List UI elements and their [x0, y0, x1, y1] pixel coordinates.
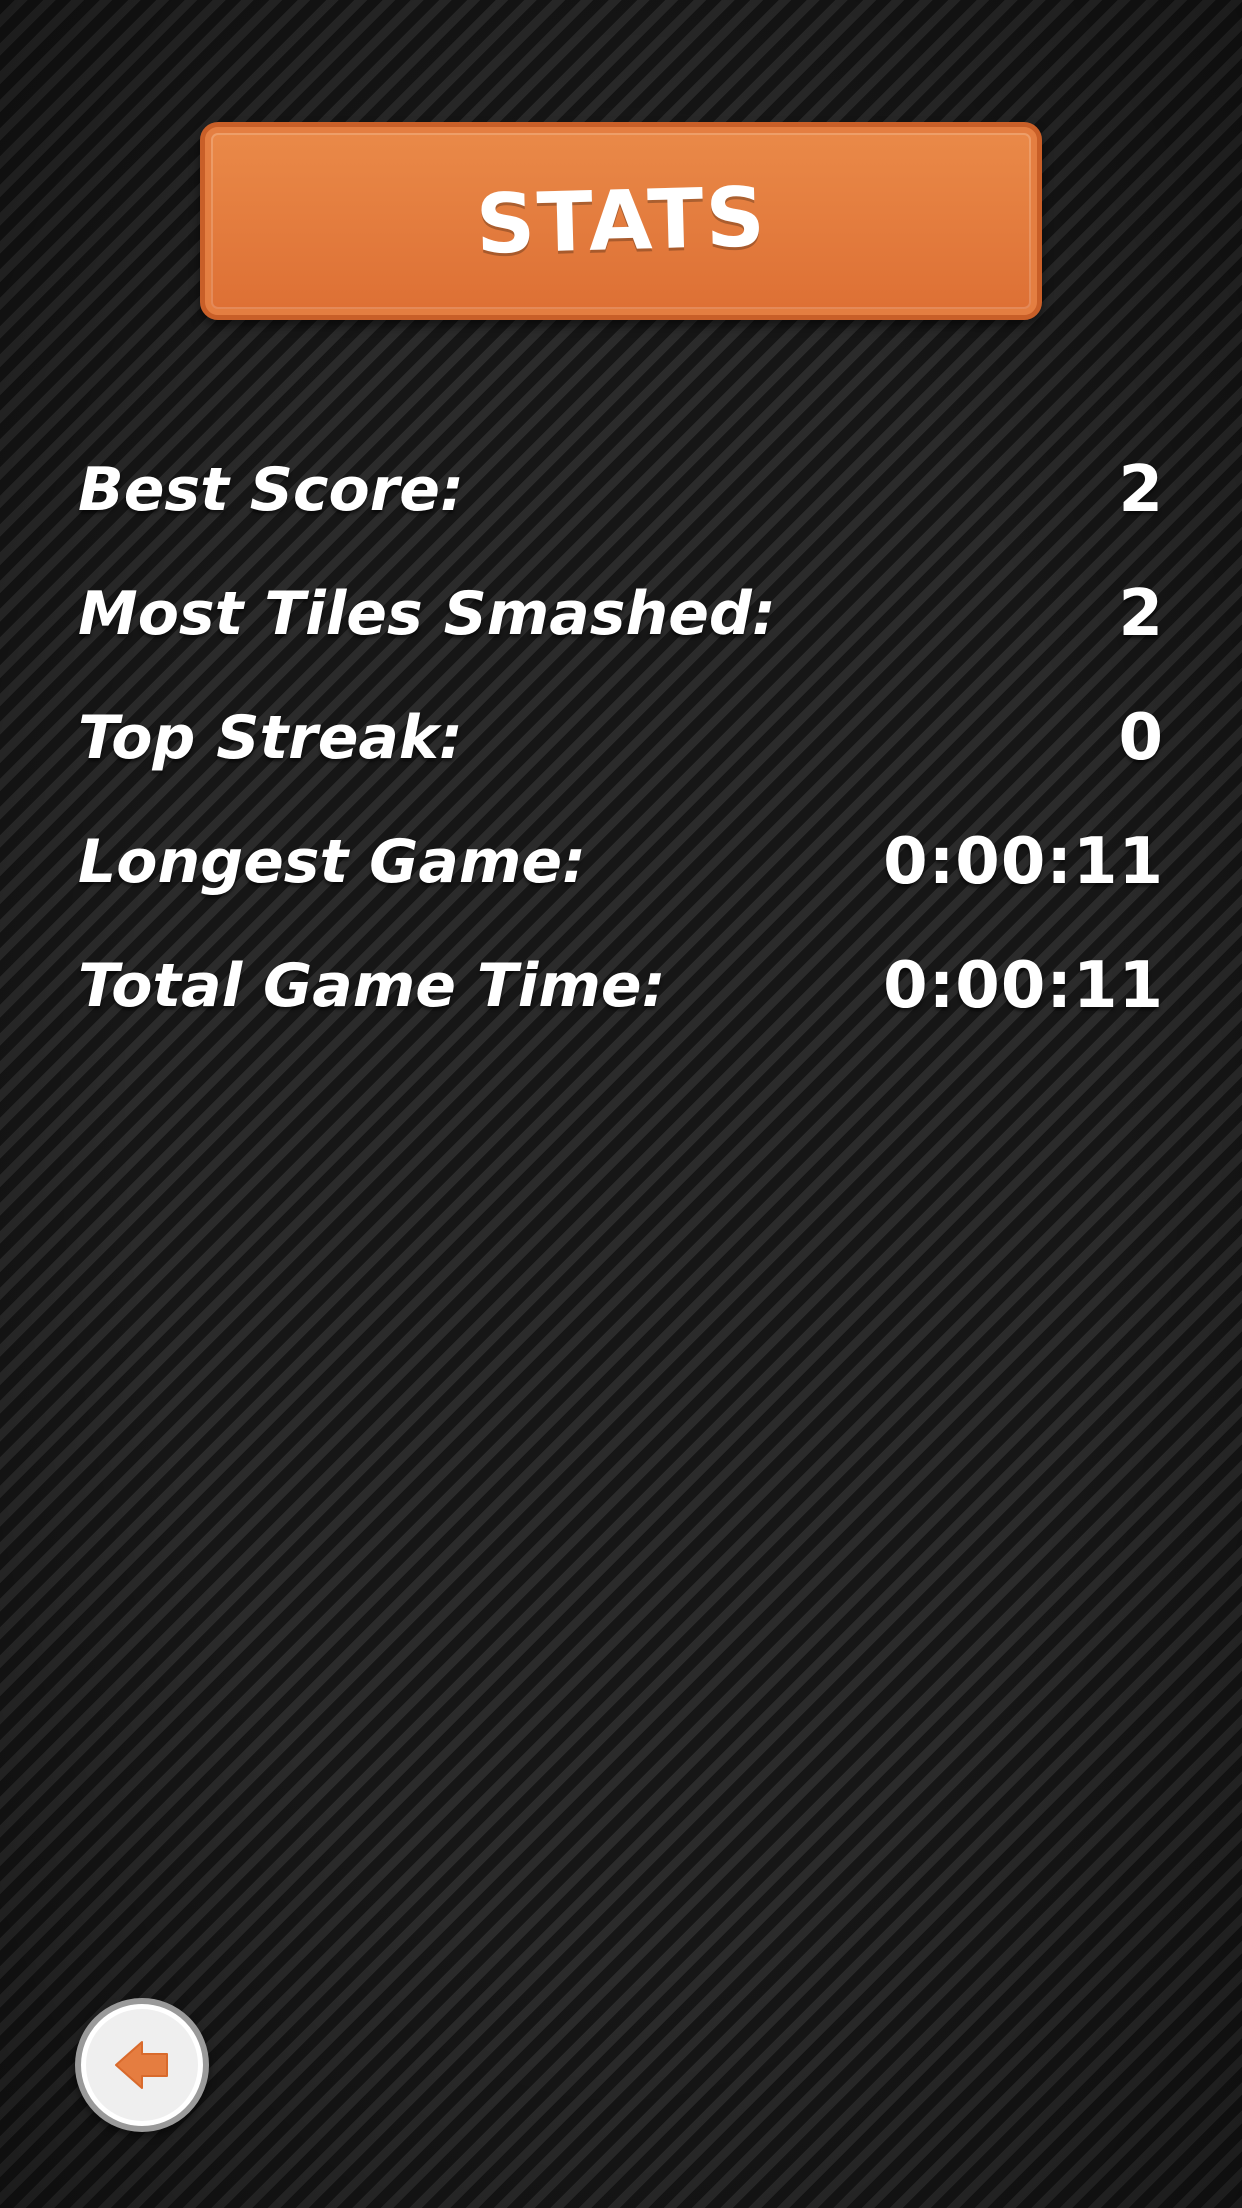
stat-label: Top Streak: [78, 703, 463, 773]
stat-row-best-score: Best Score: 2 [78, 428, 1164, 552]
stat-value: 0:00:11 [883, 825, 1164, 899]
stat-value: 2 [1118, 453, 1164, 527]
stat-label: Total Game Time: [78, 951, 666, 1021]
title-banner: STATS [200, 122, 1042, 320]
stat-value: 0:00:11 [883, 949, 1164, 1023]
stats-screen: STATS Best Score: 2 Most Tiles Smashed: … [0, 0, 1242, 2208]
stat-value: 0 [1118, 701, 1164, 775]
stat-row-top-streak: Top Streak: 0 [78, 676, 1164, 800]
stats-list: Best Score: 2 Most Tiles Smashed: 2 Top … [78, 428, 1164, 1048]
page-title: STATS [474, 169, 768, 273]
stat-label: Best Score: [78, 455, 464, 525]
stat-row-most-tiles-smashed: Most Tiles Smashed: 2 [78, 552, 1164, 676]
back-button[interactable] [75, 1998, 209, 2132]
arrow-left-icon [115, 2041, 168, 2089]
stat-value: 2 [1118, 577, 1164, 651]
stat-label: Most Tiles Smashed: [78, 579, 776, 649]
stat-row-longest-game: Longest Game: 0:00:11 [78, 800, 1164, 924]
stat-label: Longest Game: [78, 827, 587, 897]
stat-row-total-game-time: Total Game Time: 0:00:11 [78, 924, 1164, 1048]
